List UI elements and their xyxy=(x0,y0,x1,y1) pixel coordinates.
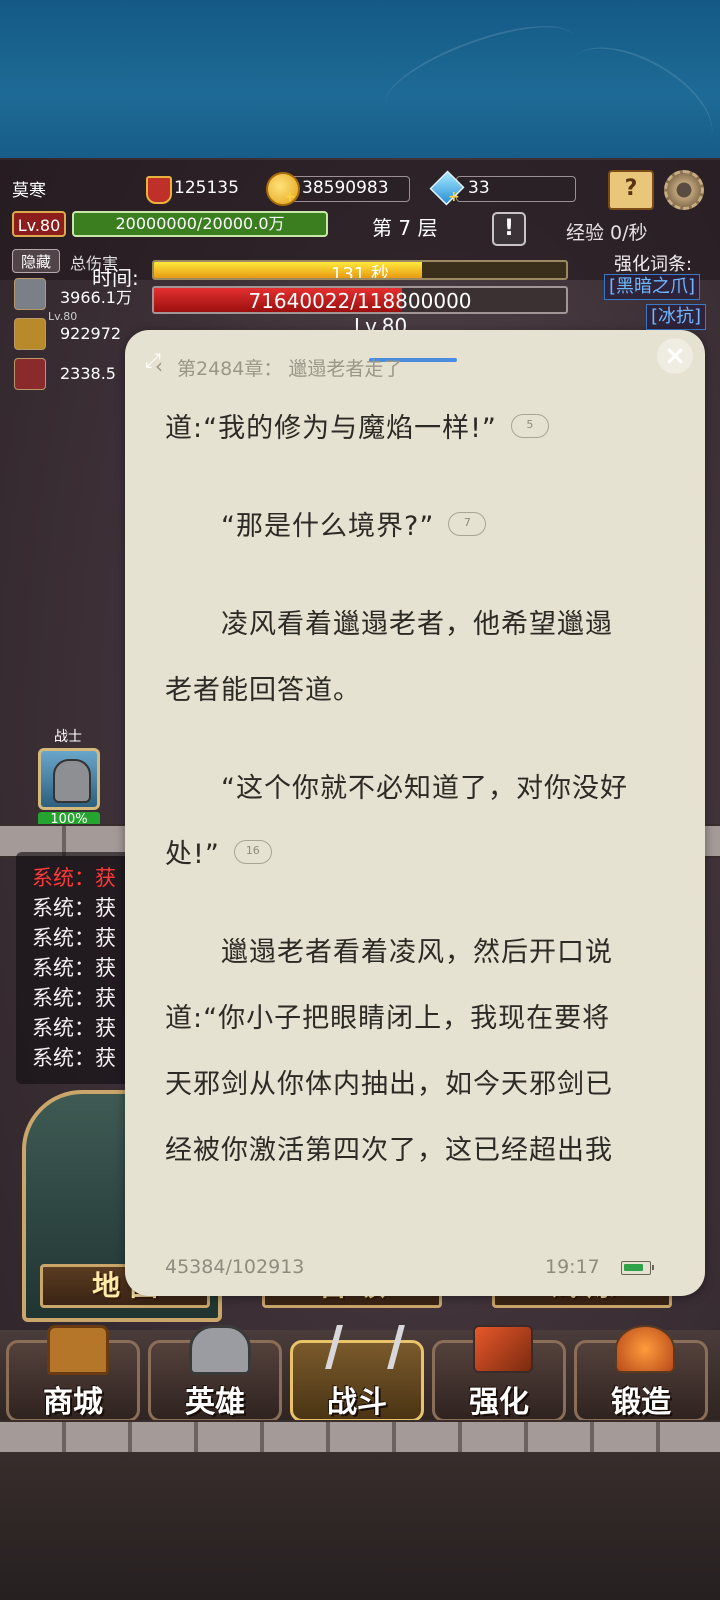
comment-count-badge[interactable]: 16 xyxy=(233,839,272,864)
time-bar: 131 秒 xyxy=(152,260,568,280)
reading-progress: 45384/102913 xyxy=(165,1256,305,1278)
bottom-stone-floor xyxy=(0,1420,720,1600)
reader-paragraph-line: 邋遢老者看着凌风，然后开口说 xyxy=(165,937,613,968)
system-log-line: 系统：获 xyxy=(32,986,116,1010)
battery-level xyxy=(624,1264,643,1271)
reader-paragraph-line: 天邪剑从你体内抽出，如今天邪剑已 xyxy=(165,1069,613,1100)
exp-rate: 经验 0/秒 xyxy=(566,222,648,244)
chapter-title: 第2484章： 邋遢老者走了 xyxy=(177,358,403,380)
hero-level: Lv.80 xyxy=(48,310,78,323)
system-log-line: 系统：获 xyxy=(32,1016,116,1040)
reader-paragraph-line: 老者能回答道。 xyxy=(165,675,361,706)
helmet-icon xyxy=(189,1325,251,1375)
system-log-line: 系统：获 xyxy=(32,896,116,920)
player-name: 莫寒 xyxy=(12,181,46,201)
enhance-title: 强化词条: xyxy=(614,254,693,275)
reader-paragraph-line: 道:“你小子把眼睛闭上，我现在要将 xyxy=(165,1003,611,1034)
add-gem-icon[interactable]: + xyxy=(448,190,462,204)
battery-tip xyxy=(652,1265,654,1270)
boss-hp-text: 71640022/118800000 xyxy=(248,289,472,313)
stone-divider xyxy=(0,1420,720,1454)
nav-forge[interactable]: 锻造 xyxy=(574,1325,708,1422)
swords-icon xyxy=(325,1325,405,1369)
enhance-tag[interactable]: [冰抗] xyxy=(646,304,707,330)
system-log-line: 系统：获 xyxy=(32,866,116,890)
nav-battle[interactable]: 战斗 xyxy=(290,1325,424,1422)
floor-label: 第 7 层 xyxy=(372,216,438,240)
time-text: 131 秒 xyxy=(330,264,390,280)
reader-paragraph-line: “这个你就不必知道了，对你没好 xyxy=(165,773,628,804)
add-gold-icon[interactable]: + xyxy=(284,190,298,204)
nav-label: 强化 xyxy=(469,1385,529,1420)
reader-paragraph-line: 凌风看着邋遢老者，他希望邋遢 xyxy=(165,609,613,640)
reader-window[interactable]: ⤢ ‹ 第2484章： 邋遢老者走了 × 道:“我的修为与魔焰一样!” 5 “那是… xyxy=(125,330,705,1296)
hide-button[interactable]: 隐藏 xyxy=(12,249,60,273)
reader-paragraph-line: “那是什么境界?” 7 xyxy=(165,504,487,543)
boss-hp-bar: 71640022/118800000 xyxy=(152,286,568,314)
nav-label: 商城 xyxy=(43,1385,103,1420)
warrior-card[interactable] xyxy=(38,748,100,810)
settings-gear-icon[interactable] xyxy=(664,170,704,210)
system-log-line: 系统：获 xyxy=(32,1046,116,1070)
helmet-icon xyxy=(53,759,91,803)
hammer-icon xyxy=(473,1325,533,1373)
back-chevron-icon[interactable]: ‹ xyxy=(155,354,163,378)
hero-avatar[interactable] xyxy=(14,358,46,390)
hero-avatar[interactable] xyxy=(14,278,46,310)
chest-icon xyxy=(47,1325,109,1375)
sky-background xyxy=(0,0,720,177)
nav-label: 战斗 xyxy=(327,1385,387,1420)
level-badge: Lv.80 xyxy=(12,211,66,237)
warrior-label: 战士 xyxy=(54,729,82,745)
line-text: 处!” xyxy=(165,839,220,870)
nav-shop[interactable]: 商城 xyxy=(6,1325,140,1422)
reader-paragraph-line: 道:“我的修为与魔焰一样!” 5 xyxy=(165,406,549,445)
nav-label: 锻造 xyxy=(611,1385,671,1420)
system-log-line: 系统：获 xyxy=(32,926,116,950)
line-text: 道:“我的修为与魔焰一样!” xyxy=(165,413,497,444)
power-value: 125135 xyxy=(174,178,239,198)
gem-value: 33 xyxy=(468,178,490,198)
comment-count-badge[interactable]: 5 xyxy=(510,413,549,438)
gold-value: 38590983 xyxy=(302,178,389,198)
hero-avatar[interactable] xyxy=(14,318,46,350)
line-text: “那是什么境界?” xyxy=(165,511,435,542)
battery-icon xyxy=(621,1261,654,1275)
hero-damage: 3966.1万 xyxy=(60,288,132,307)
reader-paragraph-line: 经被你激活第四次了，这已经超出我 xyxy=(165,1135,613,1166)
enhance-tag[interactable]: [黑暗之爪] xyxy=(604,274,701,300)
nav-heroes[interactable]: 英雄 xyxy=(148,1325,282,1422)
hero-damage: 922972 xyxy=(60,324,122,343)
nav-label: 英雄 xyxy=(185,1385,245,1420)
comment-count-badge[interactable]: 7 xyxy=(448,511,487,536)
close-button[interactable]: × xyxy=(657,338,693,374)
exp-bar: 20000000/20000.0万 xyxy=(72,211,328,237)
anvil-icon xyxy=(615,1325,675,1373)
reader-paragraph-line: 处!” 16 xyxy=(165,832,272,871)
alert-icon[interactable]: ! xyxy=(492,212,526,246)
quest-book-icon[interactable]: ? xyxy=(608,170,654,210)
nav-enhance[interactable]: 强化 xyxy=(432,1325,566,1422)
system-log-line: 系统：获 xyxy=(32,956,116,980)
clock: 19:17 xyxy=(545,1256,600,1278)
hero-damage: 2338.5 xyxy=(60,364,116,383)
power-icon xyxy=(146,176,172,204)
